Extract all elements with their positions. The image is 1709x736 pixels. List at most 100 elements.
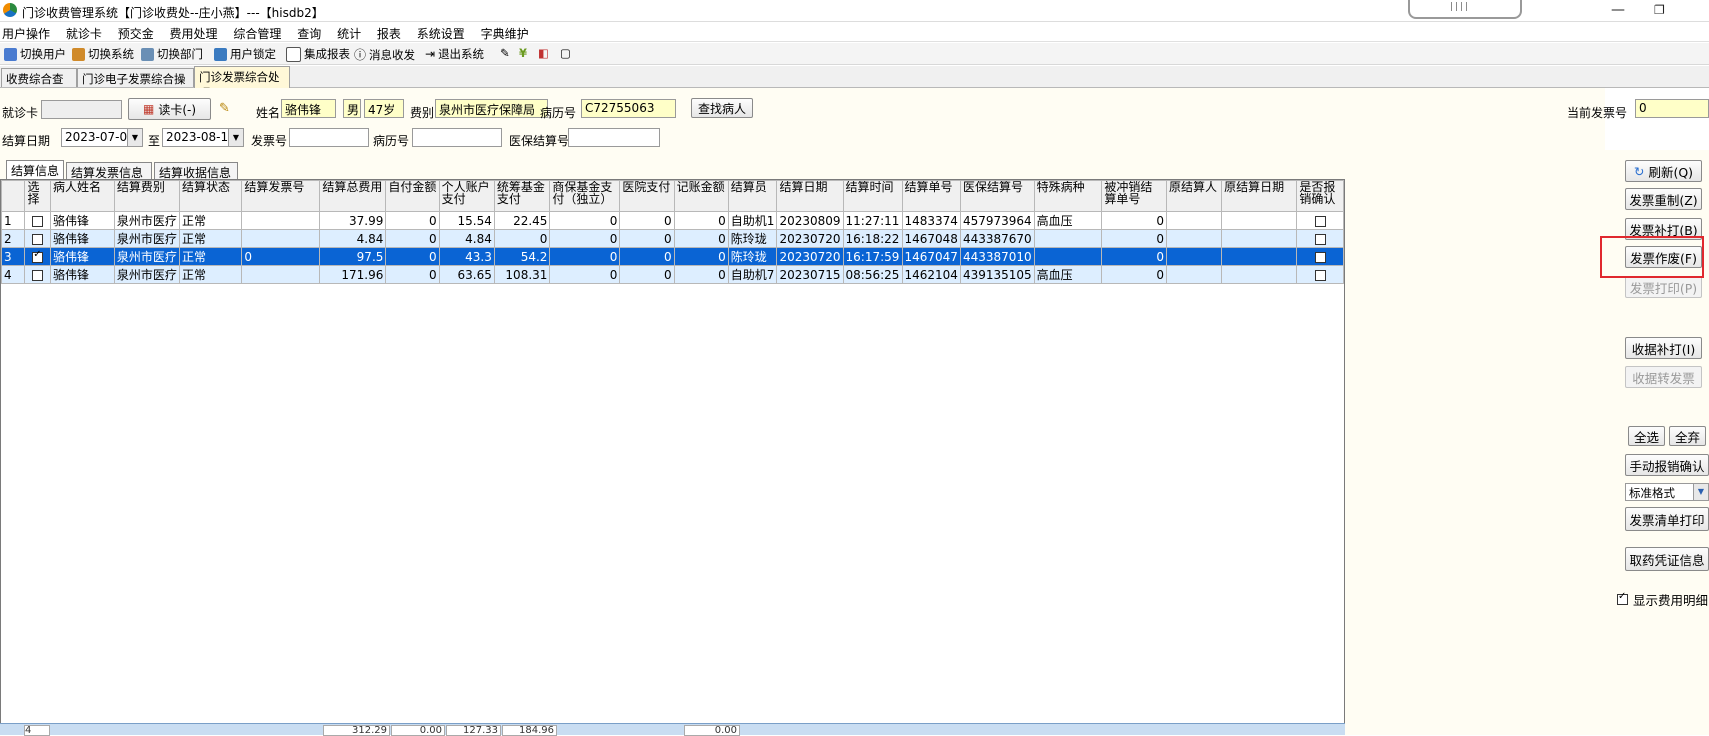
date-to-dropdown-icon[interactable]: ▼ — [228, 129, 243, 146]
col-header[interactable]: 结算发票号 — [241, 180, 321, 212]
col-header[interactable]: 特殊病种 — [1033, 180, 1103, 212]
confirm-cell[interactable] — [1296, 211, 1344, 230]
user-lock-button[interactable]: 用户锁定 — [214, 46, 276, 62]
menu-settings[interactable]: 系统设置 — [411, 22, 471, 42]
tool-button-2[interactable]: ¥ — [519, 46, 527, 60]
col-header[interactable]: 结算状态 — [178, 180, 243, 212]
row-select-checkbox[interactable] — [32, 269, 44, 281]
invoice-no-input[interactable] — [289, 128, 369, 147]
broom-icon[interactable]: ✎ — [219, 101, 235, 117]
switch-system-button[interactable]: 切换系统 — [72, 46, 134, 62]
select-all-button[interactable]: 全选 — [1628, 426, 1665, 446]
confirm-checkbox[interactable] — [1314, 215, 1326, 227]
col-header[interactable]: 结算员 — [727, 180, 778, 212]
table-row[interactable]: 4 骆伟锋 泉州市医疗 正常 171.96 0 63.65 108.31 0 0 0 自助机7 2023… — [0, 265, 1344, 284]
confirm-checkbox[interactable] — [1314, 269, 1326, 281]
confirm-cell[interactable] — [1296, 247, 1344, 266]
invoice-list-print-button[interactable]: 发票清单打印 — [1625, 507, 1709, 531]
reprint-invoice-button[interactable]: 发票重制(Z) — [1625, 188, 1702, 210]
record-no2-input[interactable] — [412, 128, 502, 147]
tab-fee-query[interactable]: 收费综合查询 — [1, 68, 77, 102]
show-details-checkbox[interactable]: 显示费用明细 — [1617, 590, 1708, 609]
col-header[interactable]: 记账金额 — [673, 180, 729, 212]
tab-settle-receipt[interactable]: 结算收据信息 — [154, 162, 238, 180]
col-header[interactable]: 医院支付 — [619, 180, 675, 212]
menu-reports[interactable]: 报表 — [371, 22, 407, 42]
record-no-field[interactable]: C72755063 — [581, 99, 676, 118]
refresh-button[interactable]: ↻ 刷新(Q) — [1625, 160, 1702, 182]
date-from-dropdown-icon[interactable]: ▼ — [127, 129, 142, 146]
menu-query[interactable]: 查询 — [291, 22, 327, 42]
col-header[interactable]: 结算总费用 — [319, 180, 387, 212]
confirm-cell[interactable] — [1296, 265, 1344, 284]
col-header[interactable]: 结算单号 — [901, 180, 961, 212]
menu-dictionary[interactable]: 字典维护 — [475, 22, 535, 42]
insurance-no-input[interactable] — [568, 128, 660, 147]
col-header[interactable]: 个人账户支付 — [438, 180, 495, 212]
tool-button-3[interactable]: ◧ — [538, 46, 549, 60]
date-from-picker[interactable]: 2023-07-01 ▼ — [61, 128, 143, 147]
minimize-icon[interactable]: — — [1611, 2, 1625, 18]
tab-settle-invoice[interactable]: 结算发票信息 — [66, 162, 152, 180]
col-header[interactable]: 医保结算号 — [959, 180, 1035, 212]
col-header[interactable]: 统筹基金支付 — [493, 180, 551, 212]
col-header[interactable]: 原结算日期 — [1221, 180, 1298, 212]
message-button[interactable]: ⓘ 消息收发 — [354, 46, 415, 63]
show-details-check-icon[interactable] — [1617, 591, 1628, 605]
col-header[interactable]: 是否报销确认 — [1296, 180, 1344, 212]
menu-deposit[interactable]: 预交金 — [112, 22, 160, 42]
report-button[interactable]: 集成报表 — [286, 46, 350, 62]
col-header[interactable]: 自付金额 — [385, 180, 440, 212]
col-header[interactable]: 结算费别 — [113, 180, 180, 212]
restore-icon[interactable]: ❐ — [1654, 3, 1665, 17]
title-scroll-handle[interactable]: |||| — [1408, 0, 1522, 19]
tab-invoice-process[interactable]: 门诊发票综合处理 — [194, 66, 290, 100]
read-card-button[interactable]: ▦ 读卡(-) — [128, 98, 211, 120]
table-row[interactable]: 2 骆伟锋 泉州市医疗 正常 4.84 0 4.84 0 0 0 0 陈玲珑 20230720 16:18… — [0, 229, 1344, 248]
confirm-cell[interactable] — [1296, 229, 1344, 248]
menu-statistics[interactable]: 统计 — [331, 22, 367, 42]
row-select-cell[interactable] — [24, 211, 52, 230]
card-input[interactable] — [41, 100, 122, 119]
find-patient-button[interactable]: 查找病人 — [691, 98, 753, 118]
col-header[interactable]: 选择 — [24, 180, 52, 212]
confirm-checkbox[interactable] — [1314, 233, 1326, 245]
format-select[interactable]: 标准格式 ▼ — [1625, 483, 1709, 501]
col-header[interactable]: 结算时间 — [842, 180, 903, 212]
format-dropdown-icon[interactable]: ▼ — [1693, 484, 1708, 500]
row-select-checkbox[interactable] — [32, 215, 44, 227]
col-header[interactable]: 被冲销结算单号 — [1101, 180, 1168, 212]
switch-dept-button[interactable]: 切换部门 — [141, 46, 203, 62]
table-row[interactable]: 1 骆伟锋 泉州市医疗 正常 37.99 0 15.54 22.45 0 0 0 自助机1 202308… — [0, 211, 1344, 230]
tab-settle-info[interactable]: 结算信息 — [6, 160, 64, 180]
row-select-cell[interactable] — [24, 229, 52, 248]
settlement-grid[interactable]: 选择 病人姓名 结算费别 结算状态 结算发票号 结算总费用 自付金额 个人账户支… — [0, 179, 1345, 735]
menu-user-ops[interactable]: 用户操作 — [0, 22, 56, 42]
table-row[interactable]: 3骆伟锋泉州市医疗正常097.5043.354.2000陈玲珑202307201… — [0, 247, 1344, 266]
manual-confirm-button[interactable]: 手动报销确认 — [1625, 454, 1709, 476]
menu-fee-process[interactable]: 费用处理 — [164, 22, 224, 42]
exit-button[interactable]: ⇥ 退出系统 — [425, 46, 484, 62]
edit-tool-button[interactable]: ✎ — [500, 46, 510, 60]
row-select-checkbox[interactable] — [32, 249, 44, 263]
col-header[interactable]: 病人姓名 — [50, 180, 115, 212]
col-header[interactable]: 原结算人 — [1166, 180, 1223, 212]
switch-user-button[interactable]: 切换用户 — [4, 46, 66, 62]
pickup-voucher-button[interactable]: 取药凭证信息 — [1625, 547, 1709, 571]
menu-card[interactable]: 就诊卡 — [60, 22, 108, 42]
col-header[interactable]: 商保基金支付（独立） — [549, 180, 621, 212]
date-to-picker[interactable]: 2023-08-16 ▼ — [162, 128, 244, 147]
row-select-cell[interactable] — [24, 247, 52, 266]
tab-e-invoice[interactable]: 门诊电子发票综合操作 — [77, 68, 194, 102]
receipt-supplement-button[interactable]: 收据补打(I) — [1625, 337, 1702, 359]
cell-hospital: 0 — [619, 229, 675, 248]
receipt-to-invoice-button[interactable]: 收据转发票 — [1625, 366, 1702, 388]
invoice-print-button[interactable]: 发票打印(P) — [1625, 276, 1702, 298]
menu-integrated[interactable]: 综合管理 — [227, 22, 287, 42]
confirm-checkbox[interactable] — [1314, 251, 1326, 263]
col-header[interactable]: 结算日期 — [776, 180, 844, 212]
deselect-all-button[interactable]: 全弃 — [1669, 426, 1706, 446]
row-select-checkbox[interactable] — [32, 233, 44, 245]
tool-button-4[interactable]: ▢ — [560, 46, 571, 60]
row-select-cell[interactable] — [24, 265, 52, 284]
